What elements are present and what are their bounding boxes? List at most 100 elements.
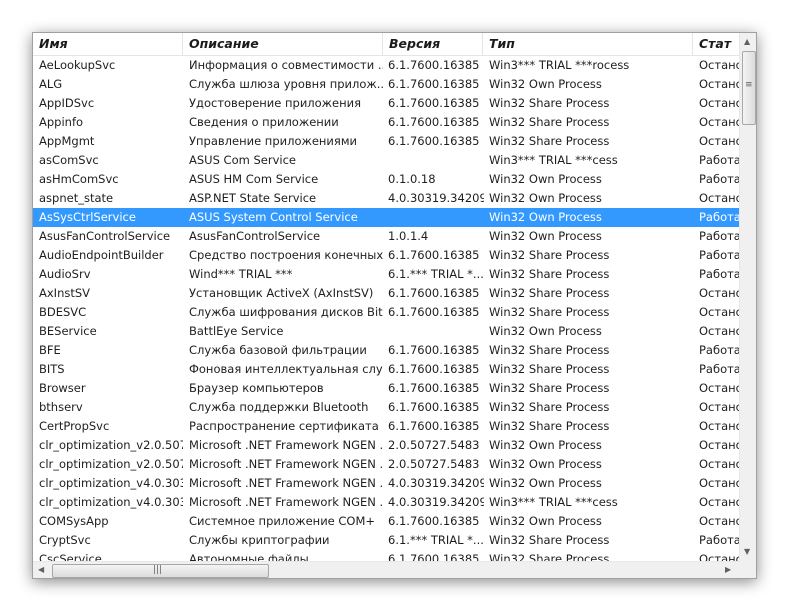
- cell-type: Win32 Own Process: [489, 172, 602, 186]
- table-row[interactable]: CertPropSvc Распространение сертификата 6.…: [33, 417, 739, 436]
- cell-name: CryptSvc: [39, 533, 91, 547]
- table-row[interactable]: AxInstSV Установщик ActiveX (AxInstSV) 6.1…: [33, 284, 739, 303]
- table-row[interactable]: asComSvc ASUS Com Service Win3*** TRIAL **…: [33, 151, 739, 170]
- cell-type: Win32 Share Process: [489, 134, 610, 148]
- cell-description: ASUS Com Service: [189, 153, 296, 167]
- cell-description: Системное приложение COM+: [189, 514, 376, 528]
- cell-type: Win32 Share Process: [489, 286, 610, 300]
- cell-status: Остано: [699, 96, 739, 110]
- column-header-description[interactable]: Описание: [183, 33, 383, 55]
- table-row[interactable]: BDESVC Служба шифрования дисков Bit... 6.1…: [33, 303, 739, 322]
- table-row[interactable]: clr_optimization_v2.0.507... Microsoft .N…: [33, 455, 739, 474]
- cell-status: Работа: [699, 267, 739, 281]
- table-row[interactable]: COMSysApp Системное приложение COM+ 6.1.76…: [33, 512, 739, 531]
- cell-version: 6.1.*** TRIAL *...: [388, 267, 484, 281]
- cell-type: Win32 Share Process: [489, 362, 610, 376]
- column-header-status[interactable]: Стат: [693, 33, 739, 55]
- scroll-left-arrow-icon[interactable]: ◀: [38, 565, 44, 575]
- cell-type: Win32 Share Process: [489, 305, 610, 319]
- cell-description: Автономные файлы: [189, 552, 309, 561]
- column-header-version[interactable]: Версия: [383, 33, 483, 55]
- cell-name: BFE: [39, 343, 61, 357]
- cell-name: AsusFanControlService: [39, 229, 171, 243]
- table-row[interactable]: Appinfo Сведения о приложении 6.1.7600.163…: [33, 113, 739, 132]
- table-row[interactable]: clr_optimization_v4.0.303... Microsoft .N…: [33, 493, 739, 512]
- table-row[interactable]: AudioEndpointBuilder Средство построения …: [33, 246, 739, 265]
- cell-status: Остано: [699, 134, 739, 148]
- horizontal-scrollbar[interactable]: ◀ ||| ▶: [33, 561, 739, 578]
- cell-status: Остано: [699, 400, 739, 414]
- cell-description: Сведения о приложении: [189, 115, 339, 129]
- cell-description: ASP.NET State Service: [189, 191, 317, 205]
- cell-description: Wind*** TRIAL ***: [189, 267, 293, 281]
- cell-name: AsSysCtrlService: [39, 210, 136, 224]
- cell-name: AeLookupSvc: [39, 58, 116, 72]
- table-row[interactable]: CryptSvc Службы криптографии 6.1.*** TRIAL…: [33, 531, 739, 550]
- cell-name: clr_optimization_v4.0.303...: [39, 476, 183, 490]
- cell-type: Win32 Share Process: [489, 343, 610, 357]
- cell-name: CertPropSvc: [39, 419, 110, 433]
- table-row[interactable]: AsusFanControlService AsusFanControlServi…: [33, 227, 739, 246]
- cell-type: Win32 Share Process: [489, 267, 610, 281]
- cell-name: bthserv: [39, 400, 83, 414]
- cell-status: Работа: [699, 210, 739, 224]
- table-row[interactable]: BEService BattlEye Service Win32 Own Proce…: [33, 322, 739, 341]
- cell-status: Остано: [699, 457, 739, 471]
- cell-name: COMSysApp: [39, 514, 109, 528]
- table-row[interactable]: bthserv Служба поддержки Bluetooth 6.1.760…: [33, 398, 739, 417]
- cell-description: Распространение сертификата: [189, 419, 379, 433]
- list-header: Имя Описание Версия Тип Стат: [33, 33, 739, 56]
- cell-status: Остано: [699, 495, 739, 509]
- cell-name: asComSvc: [39, 153, 99, 167]
- scroll-up-arrow-icon[interactable]: ▲: [744, 37, 750, 47]
- cell-description: Информация о совместимости ...: [189, 58, 383, 72]
- cell-description: Браузер компьютеров: [189, 381, 324, 395]
- table-row[interactable]: BITS Фоновая интеллектуальная слу... 6.1.7…: [33, 360, 739, 379]
- vertical-scroll-thumb[interactable]: ≡: [742, 51, 756, 125]
- cell-version: 6.1.7600.16385: [388, 96, 480, 110]
- cell-status: Работа: [699, 362, 739, 376]
- table-row[interactable]: aspnet_state ASP.NET State Service 4.0.303…: [33, 189, 739, 208]
- scroll-right-arrow-icon[interactable]: ▶: [725, 565, 731, 575]
- table-row[interactable]: Browser Браузер компьютеров 6.1.7600.16385…: [33, 379, 739, 398]
- table-row[interactable]: AeLookupSvc Информация о совместимости ..…: [33, 56, 739, 75]
- table-row[interactable]: AppMgmt Управление приложениями 6.1.7600.1…: [33, 132, 739, 151]
- table-row[interactable]: clr_optimization_v4.0.303... Microsoft .N…: [33, 474, 739, 493]
- cell-name: BITS: [39, 362, 65, 376]
- table-row[interactable]: ALG Служба шлюза уровня прилож... 6.1.7600…: [33, 75, 739, 94]
- vertical-scrollbar[interactable]: ▲ ≡ ▼: [739, 33, 756, 561]
- cell-type: Win3*** TRIAL ***cess: [489, 153, 618, 167]
- table-row[interactable]: clr_optimization_v2.0.507... Microsoft .N…: [33, 436, 739, 455]
- cell-version: 6.1.7600.16385: [388, 248, 480, 262]
- cell-type: Win32 Own Process: [489, 210, 602, 224]
- scroll-down-arrow-icon[interactable]: ▼: [744, 547, 750, 557]
- cell-type: Win32 Share Process: [489, 115, 610, 129]
- horizontal-scroll-thumb[interactable]: |||: [52, 564, 269, 578]
- column-header-name[interactable]: Имя: [33, 33, 183, 55]
- cell-description: Служба шлюза уровня прилож...: [189, 77, 383, 91]
- cell-description: ASUS System Control Service: [189, 210, 358, 224]
- cell-description: Microsoft .NET Framework NGEN ...: [189, 438, 383, 452]
- table-row[interactable]: AsSysCtrlService ASUS System Control Serv…: [33, 208, 739, 227]
- cell-version: 6.1.7600.16385: [388, 552, 480, 561]
- cell-description: Управление приложениями: [189, 134, 357, 148]
- cell-status: Остано: [699, 514, 739, 528]
- cell-name: BDESVC: [39, 305, 87, 319]
- cell-version: 6.1.7600.16385: [388, 77, 480, 91]
- cell-description: Удостоверение приложения: [189, 96, 362, 110]
- cell-type: Win32 Share Process: [489, 96, 610, 110]
- cell-version: 6.1.7600.16385: [388, 343, 480, 357]
- table-row[interactable]: asHmComSvc ASUS HM Com Service 0.1.0.18 Win…: [33, 170, 739, 189]
- cell-type: Win32 Own Process: [489, 514, 602, 528]
- cell-status: Остано: [699, 58, 739, 72]
- cell-status: Работа: [699, 248, 739, 262]
- table-row[interactable]: CscService Автономные файлы 6.1.7600.16385…: [33, 550, 739, 561]
- cell-name: BEService: [39, 324, 97, 338]
- table-row[interactable]: AudioSrv Wind*** TRIAL *** 6.1.*** TRIAL *…: [33, 265, 739, 284]
- table-row[interactable]: AppIDSvc Удостоверение приложения 6.1.7600…: [33, 94, 739, 113]
- table-row[interactable]: BFE Служба базовой фильтрации 6.1.7600.163…: [33, 341, 739, 360]
- column-header-type[interactable]: Тип: [483, 33, 693, 55]
- cell-name: asHmComSvc: [39, 172, 119, 186]
- cell-status: Остано: [699, 115, 739, 129]
- cell-version: 6.1.7600.16385: [388, 115, 480, 129]
